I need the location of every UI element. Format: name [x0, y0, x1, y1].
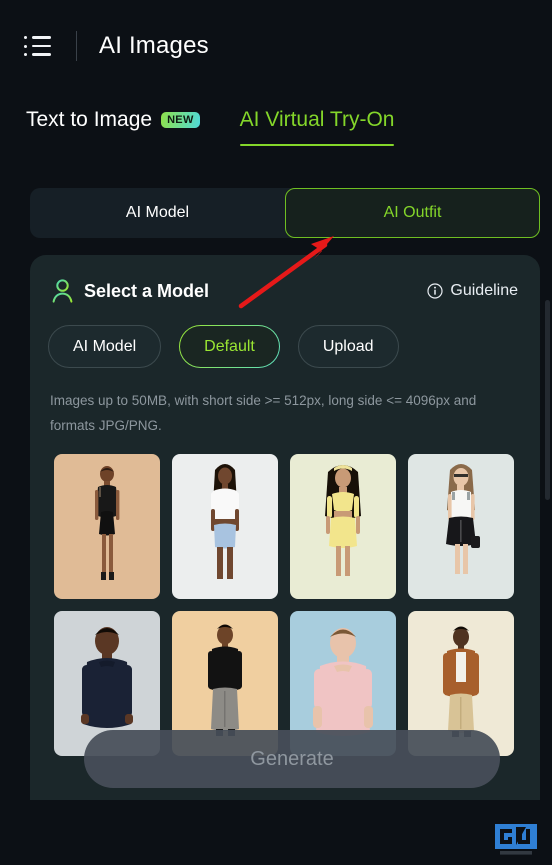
card-header-left: Select a Model [52, 279, 209, 303]
pill-ai-model[interactable]: AI Model [48, 325, 162, 368]
card-header: Select a Model Guideline [30, 255, 540, 303]
tab-ai-virtual-try-on-label: AI Virtual Try-On [239, 108, 395, 131]
menu-dot [24, 44, 27, 48]
menu-bar [32, 44, 51, 48]
menu-bar [32, 36, 51, 39]
menu-row [24, 44, 54, 48]
mode-segmented-control: AI Model AI Outfit [30, 188, 540, 238]
model-thumb-yellow-set[interactable] [290, 454, 396, 599]
model-thumb-black-dress[interactable] [54, 454, 160, 599]
info-circle-icon [427, 283, 443, 299]
menu-bar [32, 53, 51, 56]
app-root: AI Images Text to Image NEW AI Virtual T… [0, 0, 552, 865]
segment-ai-outfit[interactable]: AI Outfit [285, 188, 540, 238]
menu-row [24, 36, 54, 39]
pill-default[interactable]: Default [179, 325, 280, 368]
model-thumbnail-grid [30, 438, 540, 756]
person-icon [52, 279, 73, 303]
card-title: Select a Model [84, 280, 210, 301]
app-header: AI Images [0, 0, 552, 92]
menu-row [24, 53, 54, 56]
model-thumb-white-top-skirt[interactable] [408, 454, 514, 599]
tab-text-to-image-label: Text to Image [26, 108, 153, 131]
page-title: AI Images [99, 32, 209, 59]
footer-bar [0, 803, 552, 865]
menu-dot [24, 36, 27, 39]
header-divider [76, 31, 77, 61]
model-source-pills: AI Model Default Upload [30, 303, 540, 368]
tab-text-to-image[interactable]: Text to Image NEW [26, 108, 200, 146]
guideline-button[interactable]: Guideline [427, 282, 518, 300]
upload-hint-text: Images up to 50MB, with short side >= 51… [50, 393, 477, 433]
select-model-card: Select a Model Guideline AI Model Defaul… [30, 255, 540, 800]
menu-dot [24, 53, 27, 56]
top-tab-bar: Text to Image NEW AI Virtual Try-On [0, 108, 552, 164]
list-menu-icon[interactable] [24, 33, 54, 59]
pill-upload[interactable]: Upload [297, 325, 399, 368]
segment-ai-model[interactable]: AI Model [30, 188, 285, 238]
model-thumb-white-crop-top[interactable] [172, 454, 278, 599]
gu-watermark-logo [494, 823, 538, 857]
page-scrollbar-thumb[interactable] [545, 300, 550, 500]
new-badge: NEW [161, 112, 200, 128]
tab-ai-virtual-try-on[interactable]: AI Virtual Try-On [239, 108, 395, 146]
generate-button[interactable]: Generate [84, 730, 500, 788]
guideline-label: Guideline [450, 282, 518, 299]
